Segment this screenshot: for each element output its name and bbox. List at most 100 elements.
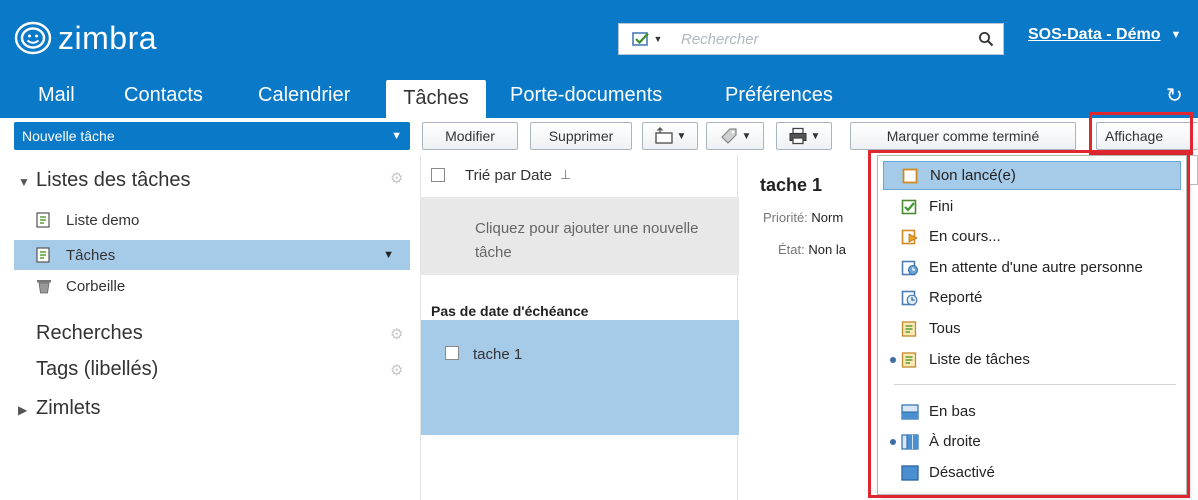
trash-icon	[36, 278, 54, 294]
menu-item-label: En bas	[929, 403, 976, 420]
gear-icon[interactable]: ⚙	[390, 325, 403, 343]
tab-preferences[interactable]: Préférences	[725, 78, 833, 118]
move-button[interactable]: ▼	[642, 122, 698, 150]
selected-dot-icon	[890, 356, 896, 363]
task-list-icon	[36, 247, 54, 263]
state-field: État: Non la	[778, 242, 846, 257]
state-value: Non la	[808, 242, 846, 257]
chevron-down-icon: ▼	[810, 130, 821, 142]
task-lists-header[interactable]: ▼ Listes des tâches	[18, 169, 191, 192]
sort-arrow-icon[interactable]: ⊥	[560, 167, 571, 183]
gear-icon[interactable]: ⚙	[390, 169, 403, 187]
menu-item-label: Tous	[929, 320, 961, 337]
chevron-down-icon[interactable]: ▼	[391, 130, 402, 142]
view-button[interactable]: Affichage	[1096, 122, 1198, 150]
sidebar-item-label: Corbeille	[66, 277, 126, 295]
folder-move-icon	[654, 127, 673, 144]
delete-button[interactable]: Supprimer	[530, 122, 632, 150]
add-task-row[interactable]: Cliquez pour ajouter une nouvelle tâche	[421, 197, 739, 275]
logo-text: zimbra	[58, 20, 158, 56]
task-checkbox[interactable]	[445, 346, 459, 360]
task-list-icon	[901, 351, 923, 368]
magnifier-icon	[979, 32, 994, 47]
view-menu: Non lancé(e) Fini En cours... En attente…	[877, 155, 1187, 495]
task-list-icon	[36, 212, 54, 228]
group-header: Pas de date d'échéance	[431, 303, 589, 319]
sidebar-item-taches[interactable]: Tâches ▼	[14, 240, 410, 270]
sidebar-item-label: Tâches	[66, 246, 116, 264]
menu-item-pane-right[interactable]: À droite	[883, 427, 1181, 456]
menu-item-completed[interactable]: Fini	[883, 192, 1181, 221]
sort-by-date[interactable]: Trié par Date	[465, 167, 552, 184]
tag-icon	[720, 128, 737, 144]
tab-calendar[interactable]: Calendrier	[258, 78, 350, 118]
new-task-label: Nouvelle tâche	[22, 128, 115, 144]
clipped-panel-edge	[1189, 155, 1198, 185]
tags-header[interactable]: Tags (libellés)	[36, 358, 158, 381]
gear-icon[interactable]: ⚙	[390, 361, 403, 379]
zimbra-logo[interactable]: zimbra	[14, 18, 157, 58]
task-list-panel: Trié par Date ⊥ Cliquez pour ajouter une…	[420, 155, 739, 500]
search-button[interactable]	[969, 24, 1003, 54]
chevron-down-icon: ▼	[653, 34, 663, 44]
menu-item-task-list[interactable]: Liste de tâches	[883, 345, 1181, 374]
zimbra-logo-icon	[14, 21, 52, 55]
menu-item-label: En cours...	[929, 228, 1001, 245]
task-completed-icon	[901, 199, 923, 215]
collapse-arrow-icon[interactable]: ▼	[18, 175, 36, 189]
tab-tasks[interactable]: Tâches	[386, 80, 486, 118]
pane-right-icon	[901, 433, 923, 450]
menu-separator	[894, 384, 1176, 385]
search-bar: ▼	[618, 23, 1004, 55]
printer-icon	[789, 127, 807, 145]
user-menu[interactable]: SOS-Data - Démo ▼	[1028, 26, 1181, 44]
expand-arrow-icon[interactable]: ▶	[18, 403, 36, 417]
menu-item-label: Non lancé(e)	[930, 167, 1016, 184]
task-title: tache 1	[760, 175, 823, 195]
menu-item-in-progress[interactable]: En cours...	[883, 222, 1181, 251]
edit-button[interactable]: Modifier	[422, 122, 518, 150]
new-task-button[interactable]: Nouvelle tâche ▼	[14, 122, 410, 150]
tab-briefcase[interactable]: Porte-documents	[510, 78, 662, 118]
mark-done-button[interactable]: Marquer comme terminé	[850, 122, 1076, 150]
user-name: SOS-Data - Démo	[1028, 26, 1161, 43]
searches-header[interactable]: Recherches	[36, 322, 143, 345]
menu-item-not-started[interactable]: Non lancé(e)	[883, 161, 1181, 190]
select-all-checkbox[interactable]	[431, 168, 445, 182]
task-not-started-icon	[902, 168, 924, 184]
menu-item-waiting[interactable]: En attente d'une autre personne	[883, 253, 1181, 282]
menu-item-label: En attente d'une autre personne	[929, 259, 1143, 276]
priority-value: Norm	[811, 210, 844, 225]
sidebar: ▼ Listes des tâches ⚙ Liste demo Tâches ▼…	[0, 155, 415, 500]
pane-off-icon	[901, 464, 923, 481]
search-type-selector[interactable]: ▼	[619, 24, 675, 54]
sidebar-item-corbeille[interactable]: Corbeille	[14, 271, 410, 301]
menu-item-deferred[interactable]: Reporté	[883, 283, 1181, 312]
menu-item-label: Liste de tâches	[929, 351, 1030, 368]
print-button[interactable]: ▼	[776, 122, 832, 150]
sidebar-item-liste-demo[interactable]: Liste demo	[14, 205, 410, 235]
menu-item-all[interactable]: Tous	[883, 314, 1181, 343]
tab-contacts[interactable]: Contacts	[124, 78, 203, 118]
task-deferred-icon	[901, 290, 923, 306]
menu-item-pane-bottom[interactable]: En bas	[883, 397, 1181, 426]
search-input[interactable]	[675, 24, 969, 54]
tag-button[interactable]: ▼	[706, 122, 764, 150]
menu-item-pane-off[interactable]: Désactivé	[883, 458, 1181, 487]
task-row[interactable]: tache 1	[421, 320, 739, 435]
zimlets-header[interactable]: ▶ Zimlets	[18, 397, 100, 420]
task-in-progress-icon	[901, 229, 923, 245]
selected-dot-icon	[890, 438, 896, 445]
task-all-icon	[901, 320, 923, 337]
refresh-icon[interactable]: ↻	[1166, 83, 1183, 108]
state-key: État:	[778, 242, 805, 257]
task-waiting-icon	[901, 260, 923, 276]
chevron-down-icon: ▼	[1170, 29, 1182, 41]
tab-mail[interactable]: Mail	[38, 78, 75, 118]
task-name: tache 1	[473, 346, 523, 363]
sidebar-item-label: Liste demo	[66, 211, 140, 229]
zimlets-header-label: Zimlets	[36, 397, 101, 419]
chevron-down-icon[interactable]: ▼	[383, 249, 394, 261]
priority-key: Priorité:	[763, 210, 808, 225]
mark-done-label: Marquer comme terminé	[886, 128, 1040, 144]
